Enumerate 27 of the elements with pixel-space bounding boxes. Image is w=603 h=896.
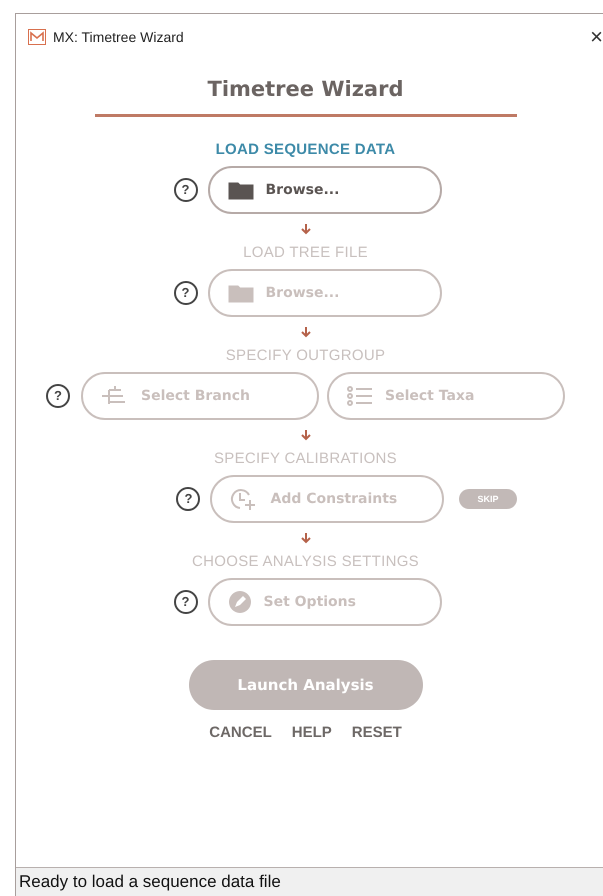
step-label: SPECIFY OUTGROUP <box>226 347 386 364</box>
footer-link[interactable]: RESET <box>352 722 402 743</box>
footer-link[interactable]: HELP <box>292 722 332 743</box>
arrow-down-icon <box>300 533 310 544</box>
step-label: LOAD SEQUENCE DATA <box>216 141 396 158</box>
pencil-icon <box>228 590 252 614</box>
close-button[interactable]: × <box>586 24 603 50</box>
help-button[interactable]: ? <box>174 281 198 305</box>
help-button[interactable]: ? <box>174 590 198 614</box>
arrow-down-icon <box>300 430 310 441</box>
footer-link[interactable]: CANCEL <box>209 722 272 743</box>
step-label: CHOOSE ANALYSIS SETTINGS <box>192 553 419 570</box>
wizard-heading: Timetree Wizard <box>208 77 404 101</box>
arrow-down-icon <box>300 327 310 338</box>
arrow-down-icon <box>300 224 310 235</box>
help-button[interactable]: ? <box>174 178 198 202</box>
help-button[interactable]: ? <box>46 384 70 408</box>
step-label: SPECIFY CALIBRATIONS <box>214 450 397 467</box>
app-logo-icon <box>28 29 46 45</box>
list-icon <box>347 385 373 407</box>
step-label: LOAD TREE FILE <box>243 244 368 261</box>
folder-icon <box>228 283 254 303</box>
window-title: MX: Timetree Wizard <box>53 29 184 45</box>
status-text: Ready to load a sequence data file <box>19 872 281 892</box>
folder-icon <box>228 180 254 200</box>
step-button[interactable]: Browse... <box>208 166 442 214</box>
help-button[interactable]: ? <box>176 487 200 511</box>
